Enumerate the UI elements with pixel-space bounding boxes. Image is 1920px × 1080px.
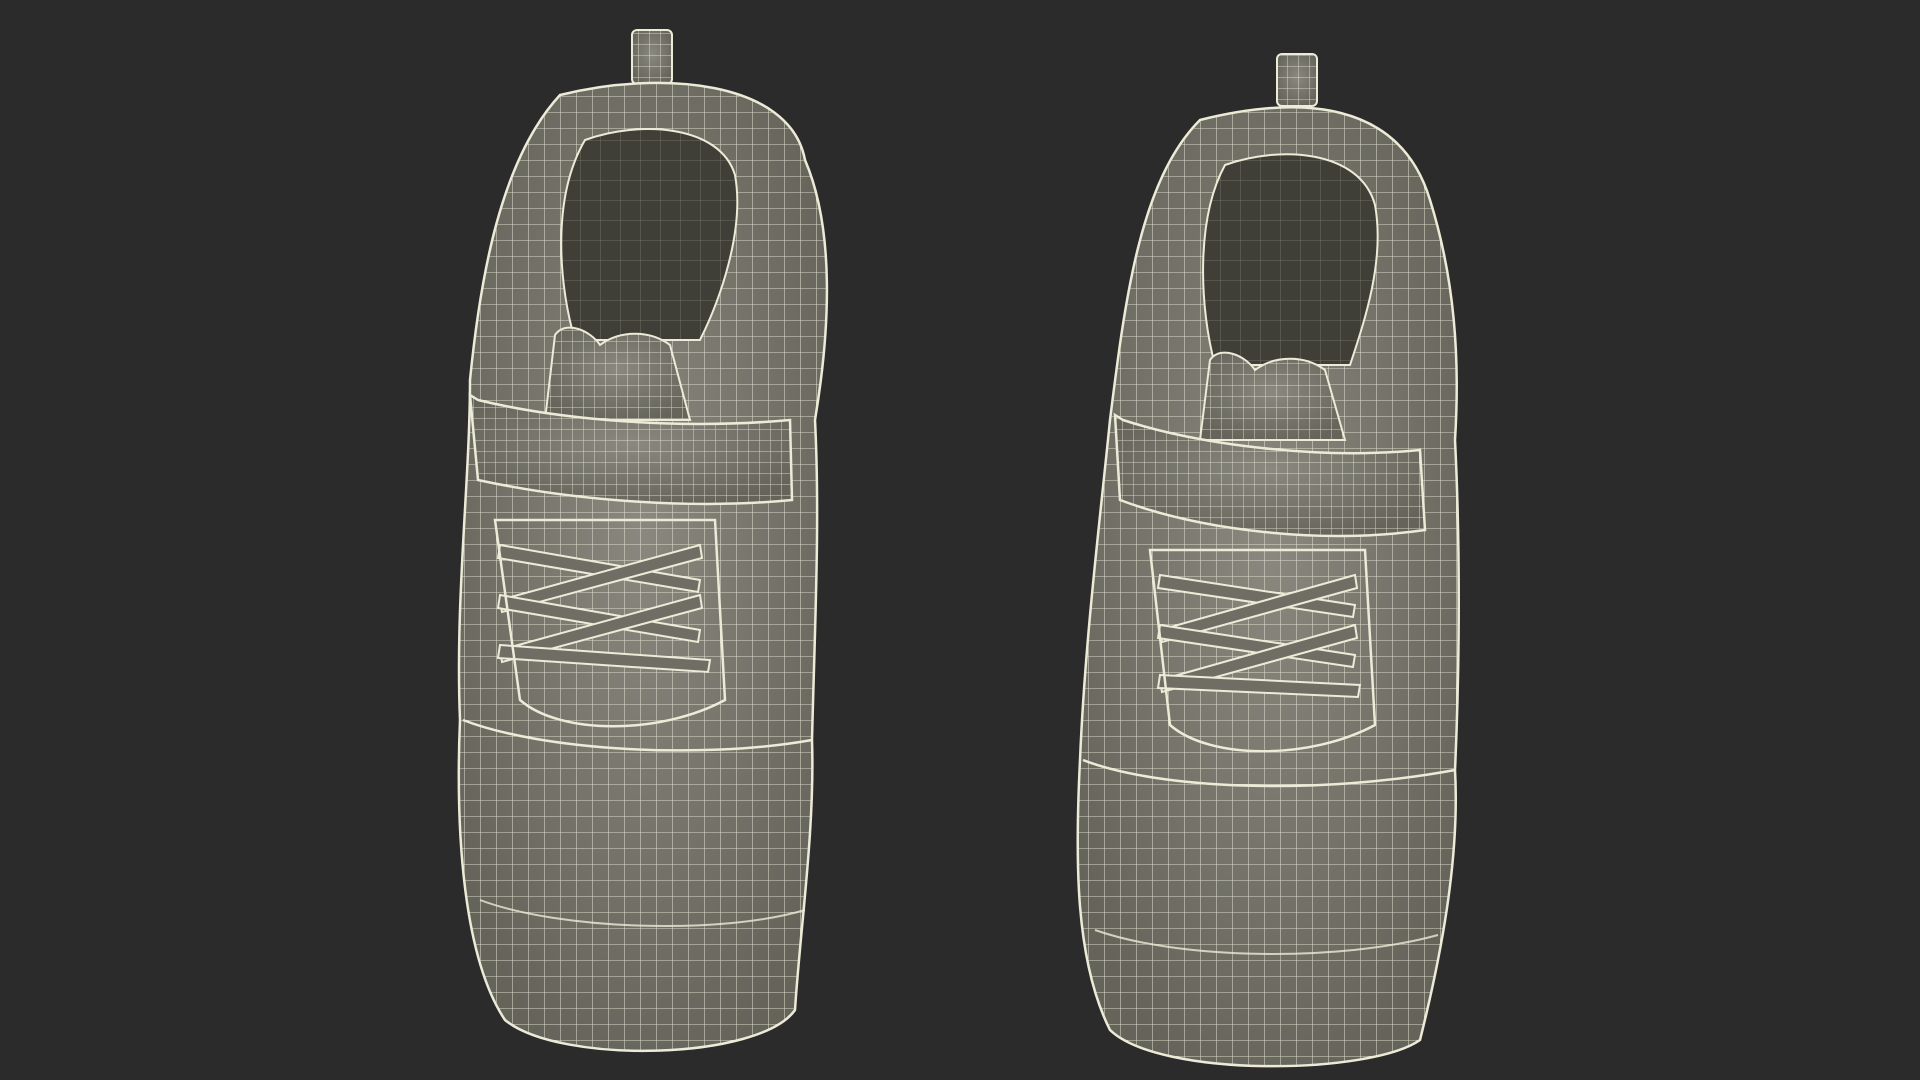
left-sneaker	[457, 29, 829, 1053]
wireframe-scene	[457, 29, 1460, 1068]
render-viewport	[0, 0, 1920, 1080]
right-sneaker	[1076, 53, 1460, 1068]
